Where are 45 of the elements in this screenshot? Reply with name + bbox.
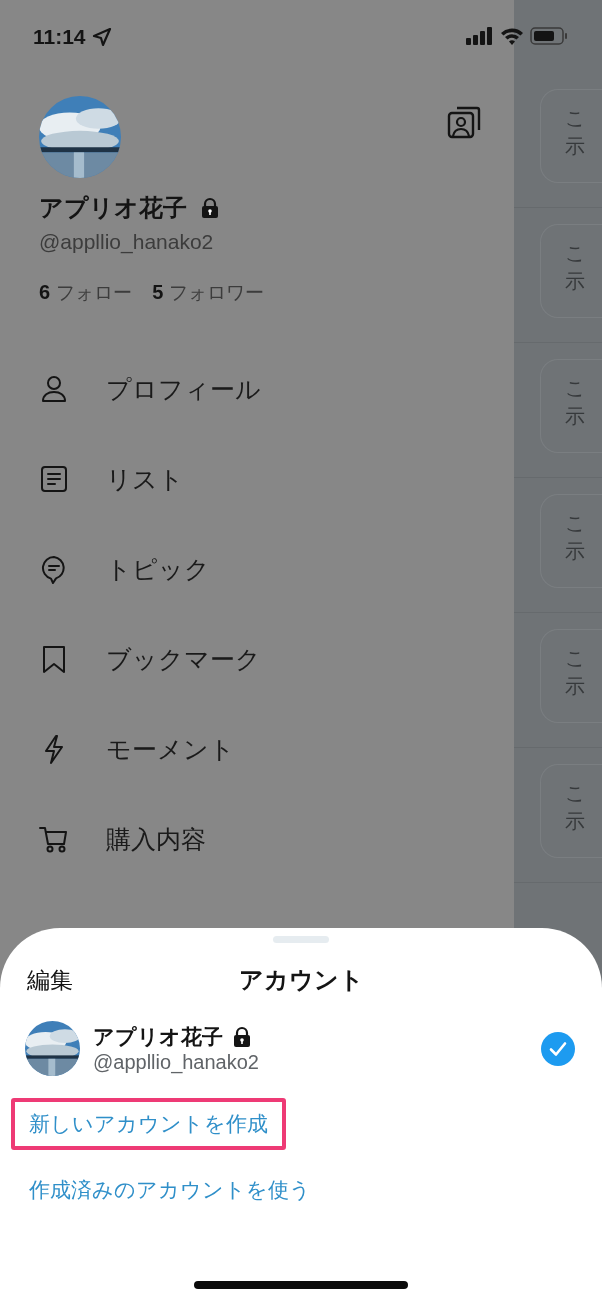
tweet-text: 示 xyxy=(565,403,586,430)
action-link[interactable]: 新しいアカウントを作成 xyxy=(29,1112,268,1136)
location-arrow-icon xyxy=(91,26,112,47)
following-link[interactable]: 6 フォロー xyxy=(39,280,133,306)
clock-time: 11:14 xyxy=(33,24,86,49)
tweet-text: こ xyxy=(565,645,586,672)
tweet-text: こ xyxy=(565,105,586,132)
menu-item[interactable]: リスト xyxy=(106,462,184,496)
tweet-text: こ xyxy=(565,780,586,807)
menu-item[interactable]: モーメント xyxy=(106,732,235,766)
person-icon[interactable] xyxy=(39,374,69,404)
drag-handle[interactable] xyxy=(273,936,329,943)
tweet-text: こ xyxy=(565,510,586,537)
menu-item[interactable]: ブックマーク xyxy=(106,642,261,676)
menu-item[interactable]: トピック xyxy=(106,552,210,586)
followers-link[interactable]: 5 フォロワー xyxy=(152,280,265,306)
checkmark-icon[interactable] xyxy=(541,1031,575,1066)
accounts-switch-icon[interactable] xyxy=(446,104,482,140)
tweet-card[interactable]: こ 示 xyxy=(540,89,602,183)
tweet-card[interactable]: こ 示 xyxy=(540,494,602,588)
battery-icon xyxy=(530,26,568,45)
tweet-text: 示 xyxy=(565,673,586,700)
wifi-icon xyxy=(500,26,524,45)
menu-item[interactable]: 購入内容 xyxy=(106,822,206,856)
tweet-text: 示 xyxy=(565,268,586,295)
tweet-text: こ xyxy=(565,375,586,402)
tweet-card[interactable]: こ 示 xyxy=(540,224,602,318)
sheet-title: アカウント xyxy=(238,965,364,996)
account-name: アプリオ花子 xyxy=(93,1024,223,1051)
signal-icon xyxy=(466,26,494,45)
tweet-card[interactable]: こ 示 xyxy=(540,764,602,858)
tweet-text: こ xyxy=(565,240,586,267)
action-link[interactable]: 作成済みのアカウントを使う xyxy=(29,1178,311,1202)
tweet-text: 示 xyxy=(565,538,586,565)
tweet-text: 示 xyxy=(565,808,586,835)
tweet-card[interactable]: こ 示 xyxy=(540,629,602,723)
edit-link[interactable]: 編集 xyxy=(27,964,73,996)
list-icon[interactable] xyxy=(39,464,69,494)
tweet-card[interactable]: こ 示 xyxy=(540,359,602,453)
tweet-text: 示 xyxy=(565,133,586,160)
account-handle: @appllio_hanako2 xyxy=(93,1051,260,1074)
menu-item[interactable]: プロフィール xyxy=(106,372,261,406)
profile-handle: @appllio_hanako2 xyxy=(39,230,215,254)
cart-icon[interactable] xyxy=(39,824,69,854)
profile-name: アプリオ花子 xyxy=(39,193,187,224)
